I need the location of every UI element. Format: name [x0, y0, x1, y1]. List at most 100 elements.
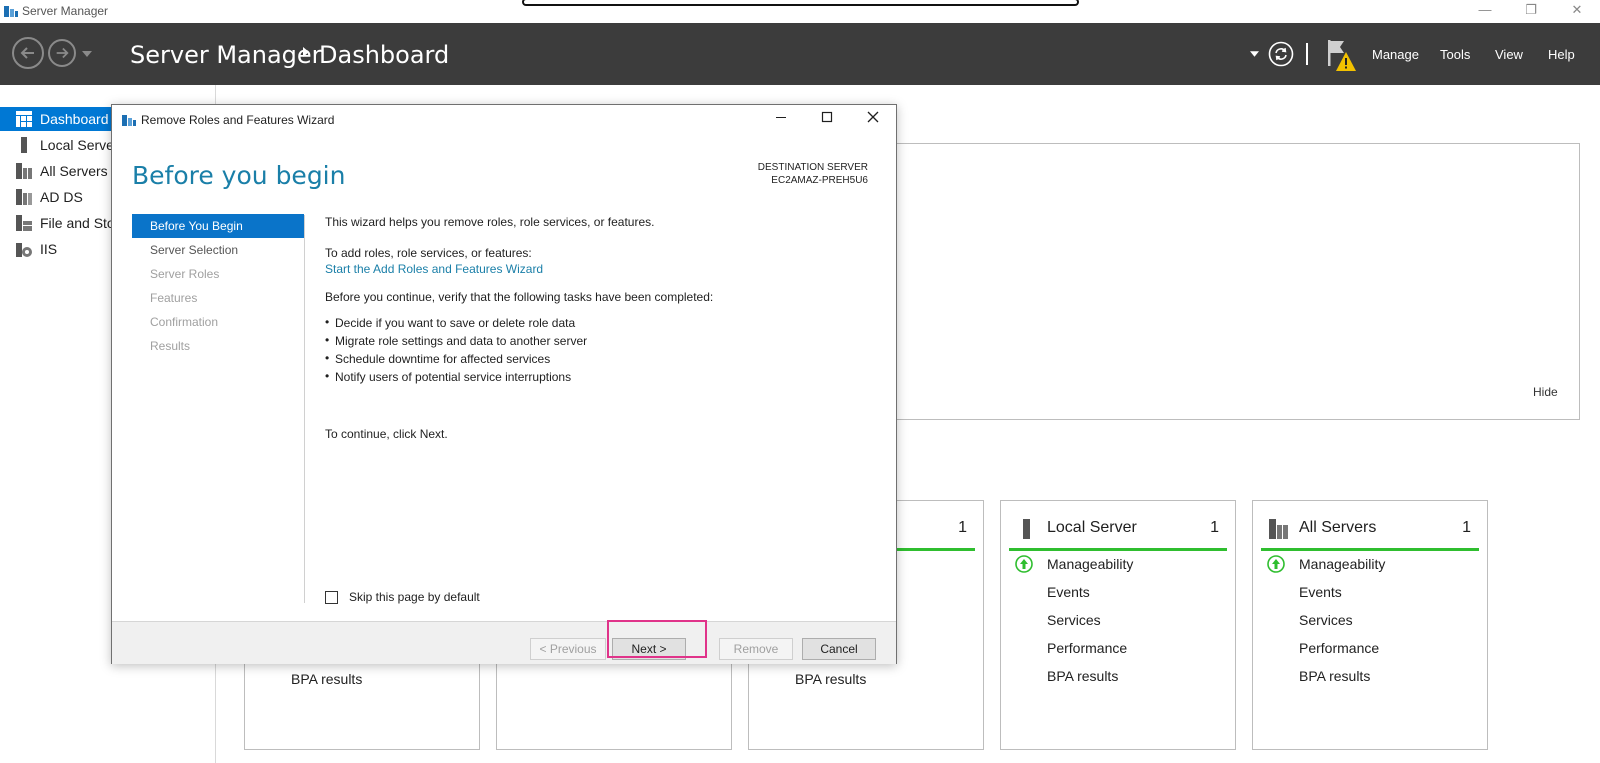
tile-header: All Servers 1: [1261, 511, 1479, 551]
dashboard-icon: [16, 111, 32, 127]
wizard-close-button[interactable]: [850, 105, 896, 133]
breadcrumb-app[interactable]: Server Manager: [130, 41, 322, 69]
task-item: Notify users of potential service interr…: [325, 369, 571, 384]
step-label: Confirmation: [150, 315, 219, 329]
tile-row[interactable]: Manageability: [1299, 556, 1385, 572]
header-bar: Server Manager Dashboard Manage Tools Vi…: [0, 23, 1600, 85]
cancel-button[interactable]: Cancel: [802, 638, 876, 660]
step-label: Server Selection: [150, 243, 239, 257]
iis-icon: [16, 243, 32, 257]
previous-button: < Previous: [530, 638, 606, 660]
destination-server: DESTINATION SERVER EC2AMAZ-PREH5U6: [758, 161, 868, 187]
forward-button[interactable]: [48, 39, 76, 67]
skip-page-checkbox[interactable]: [325, 591, 338, 604]
minimize-button[interactable]: —: [1462, 0, 1508, 22]
step-server-roles: Server Roles: [132, 262, 304, 286]
intro-text: This wizard helps you remove roles, role…: [325, 215, 655, 229]
close-button[interactable]: ✕: [1554, 0, 1600, 22]
wizard-icon: [122, 115, 136, 126]
all-servers-tile[interactable]: All Servers 1 Manageability Events Servi…: [1252, 500, 1488, 750]
manageability-ok-icon: [1015, 555, 1033, 573]
hide-link[interactable]: Hide: [1533, 385, 1558, 399]
tile-count: 1: [958, 519, 967, 536]
back-button[interactable]: [12, 37, 44, 69]
sidebar-item-label: Dashboard: [40, 111, 109, 127]
tile-count: 1: [1462, 519, 1471, 536]
sidebar-item-label: Local Server: [40, 137, 119, 153]
step-server-selection[interactable]: Server Selection: [132, 238, 304, 262]
add-roles-wizard-link[interactable]: Start the Add Roles and Features Wizard: [325, 262, 543, 276]
skip-page-label[interactable]: Skip this page by default: [349, 590, 480, 604]
menu-view[interactable]: View: [1495, 47, 1523, 62]
menu-manage[interactable]: Manage: [1372, 47, 1419, 62]
wizard-title: Remove Roles and Features Wizard: [141, 113, 335, 127]
destination-label: DESTINATION SERVER: [757, 162, 868, 173]
title-bar: Server Manager — ❐ ✕: [0, 0, 1600, 23]
task-item: Migrate role settings and data to anothe…: [325, 333, 588, 348]
sidebar-item-label: AD DS: [40, 189, 83, 205]
ad-ds-icon: [16, 189, 32, 205]
add-prompt-text: To add roles, role services, or features…: [325, 246, 532, 260]
destination-server-name: EC2AMAZ-PREH5U6: [771, 175, 868, 186]
breadcrumb-page: Dashboard: [319, 41, 450, 69]
maximize-icon: [821, 111, 833, 123]
tile-row[interactable]: Services: [1299, 612, 1353, 628]
menu-tools[interactable]: Tools: [1440, 47, 1470, 62]
tile-row[interactable]: BPA results: [1047, 668, 1118, 684]
task-text: Migrate role settings and data to anothe…: [335, 334, 588, 348]
tile-title[interactable]: All Servers: [1299, 519, 1376, 537]
task-item: Decide if you want to save or delete rol…: [325, 315, 576, 330]
next-button-highlight: [607, 620, 707, 658]
wizard-minimize-button[interactable]: [758, 105, 804, 133]
verify-text: Before you continue, verify that the fol…: [325, 290, 714, 304]
tile-title[interactable]: Local Server: [1047, 519, 1137, 537]
servers-icon: [1269, 519, 1288, 539]
tile-row[interactable]: Events: [1299, 584, 1342, 600]
remove-roles-wizard-dialog: Remove Roles and Features Wizard Before …: [111, 104, 897, 664]
wizard-maximize-button[interactable]: [804, 105, 850, 133]
task-item: Schedule downtime for affected services: [325, 351, 550, 366]
manageability-ok-icon: [1267, 555, 1285, 573]
step-features: Features: [132, 286, 304, 310]
sidebar-item-label: All Servers: [40, 163, 108, 179]
history-dropdown-icon[interactable]: [82, 51, 92, 57]
minimize-icon: [776, 117, 786, 118]
step-label: Server Roles: [150, 267, 220, 281]
refresh-icon[interactable]: [1268, 41, 1294, 67]
forward-arrow-icon: [56, 47, 69, 59]
window-title: Server Manager: [22, 4, 109, 18]
servers-icon: [16, 163, 32, 179]
back-arrow-icon: [20, 47, 34, 59]
step-label: Before You Begin: [150, 219, 243, 233]
server-icon: [1023, 519, 1030, 539]
local-server-tile[interactable]: Local Server 1 Manageability Events Serv…: [1000, 500, 1236, 750]
header-divider: [1306, 43, 1308, 65]
step-before-you-begin[interactable]: Before You Begin: [132, 214, 304, 238]
tile-row[interactable]: Performance: [1299, 640, 1379, 656]
tile-row[interactable]: BPA results: [1299, 668, 1370, 684]
tile-row[interactable]: Performance: [1047, 640, 1127, 656]
step-label: Features: [150, 291, 198, 305]
step-confirmation: Confirmation: [132, 310, 304, 334]
wizard-heading: Before you begin: [132, 161, 346, 190]
tile-row[interactable]: BPA results: [291, 671, 362, 687]
wizard-footer: < Previous Next > Remove Cancel: [112, 621, 896, 664]
restore-button[interactable]: ❐: [1508, 0, 1554, 22]
server-icon: [21, 137, 27, 153]
continue-text: To continue, click Next.: [325, 427, 448, 441]
tile-row[interactable]: BPA results: [795, 671, 866, 687]
tile-row[interactable]: Manageability: [1047, 556, 1133, 572]
notifications-flag-icon[interactable]: [1326, 38, 1362, 74]
tile-row[interactable]: Services: [1047, 612, 1101, 628]
server-manager-icon: [4, 6, 18, 17]
menu-help[interactable]: Help: [1548, 47, 1575, 62]
tile-header: Local Server 1: [1009, 511, 1227, 551]
remove-button: Remove: [719, 638, 793, 660]
close-icon: [867, 111, 879, 123]
window-drag-region: [522, 0, 1079, 6]
tile-row[interactable]: Events: [1047, 584, 1090, 600]
task-text: Decide if you want to save or delete rol…: [335, 316, 576, 330]
refresh-dropdown-icon[interactable]: [1250, 51, 1259, 57]
breadcrumb-separator-icon: [303, 47, 309, 57]
wizard-divider: [304, 215, 305, 603]
